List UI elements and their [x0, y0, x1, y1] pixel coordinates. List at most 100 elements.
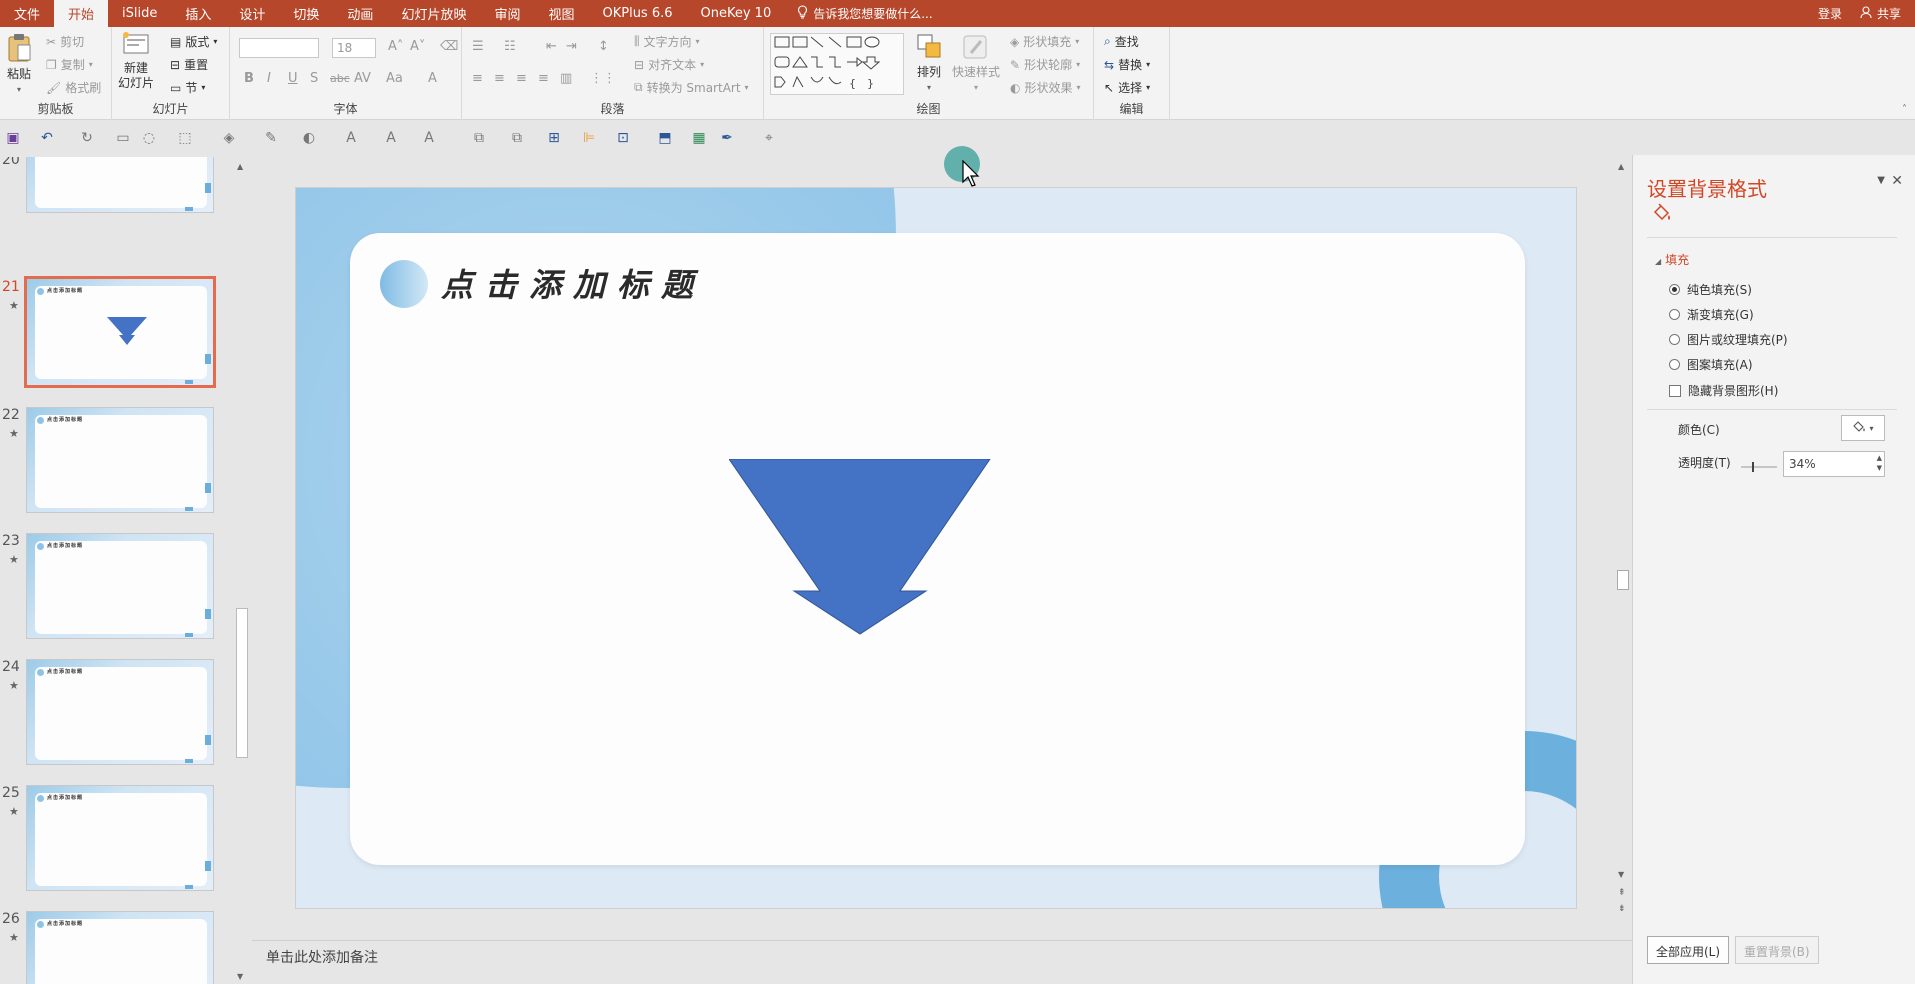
- picture-fill-option[interactable]: 图片或纹理填充(P): [1669, 331, 1788, 348]
- tab-design[interactable]: 设计: [225, 0, 279, 27]
- italic-icon[interactable]: I: [267, 71, 271, 86]
- down-arrow-shape[interactable]: [729, 459, 991, 635]
- previous-slide-icon[interactable]: ⇞: [1618, 888, 1626, 898]
- effects-quick-icon[interactable]: ◐: [300, 129, 318, 147]
- slide-title[interactable]: 点击添加标题: [441, 260, 705, 306]
- column-layout-icon[interactable]: ⋮⋮: [590, 71, 616, 86]
- close-icon[interactable]: ✕: [1891, 173, 1903, 189]
- line-spacing-icon[interactable]: ↕: [598, 39, 609, 54]
- outline-quick-icon[interactable]: ✎: [262, 129, 280, 147]
- justify-icon[interactable]: ≡: [538, 71, 549, 86]
- checkbox-hide-background[interactable]: [1669, 384, 1681, 397]
- send-backward-icon[interactable]: ⧉: [508, 129, 526, 147]
- notes-pane[interactable]: 单击此处添加备注: [252, 940, 1632, 984]
- radio-pattern-fill[interactable]: [1669, 359, 1680, 370]
- radio-gradient-fill[interactable]: [1669, 309, 1680, 320]
- find-button[interactable]: ⌕ 查找: [1104, 33, 1139, 50]
- format-quick-icon[interactable]: ⬚: [176, 129, 194, 147]
- tell-me-box[interactable]: 告诉我您想要做什么...: [785, 5, 944, 22]
- selection-pane-icon[interactable]: ⊞: [545, 129, 563, 147]
- color-picker-button[interactable]: ▾: [1841, 415, 1885, 441]
- numbering-icon[interactable]: ☷: [504, 39, 516, 54]
- slide-thumbnail[interactable]: 25 ★ 点击添加标题: [0, 785, 245, 895]
- decrease-indent-icon[interactable]: ⇤: [546, 39, 557, 54]
- title-circle[interactable]: [380, 260, 428, 308]
- transparency-slider[interactable]: [1741, 461, 1777, 473]
- pane-options-icon[interactable]: ▼: [1877, 175, 1885, 186]
- share-button[interactable]: 共享: [1860, 5, 1901, 22]
- scroll-down-icon[interactable]: ▼: [237, 972, 243, 981]
- slide-thumbnail[interactable]: 20 ★ 点击添加标题: [0, 157, 245, 217]
- text-direction-button[interactable]: ⫼ 文字方向 ▾: [634, 33, 700, 50]
- thumbnails-scrollbar[interactable]: ▲ ▼: [234, 160, 250, 984]
- shadow-icon[interactable]: S: [310, 71, 318, 86]
- text-outline-icon[interactable]: A: [382, 129, 400, 147]
- slide-thumbnail[interactable]: 22 ★ 点击添加标题: [0, 407, 245, 517]
- tab-slideshow[interactable]: 幻灯片放映: [387, 0, 480, 27]
- slide-thumbnail[interactable]: 24 ★ 点击添加标题: [0, 659, 245, 769]
- textbox-icon[interactable]: ▭: [114, 129, 132, 147]
- align-right-icon[interactable]: ≡: [516, 71, 527, 86]
- quick-styles-button[interactable]: 快速样式 ▾: [952, 33, 1000, 95]
- paste-button[interactable]: 粘贴 ▾: [6, 33, 32, 97]
- scroll-up-icon[interactable]: ▲: [1618, 162, 1624, 171]
- eyedropper-icon[interactable]: ⌖: [760, 129, 778, 147]
- tab-insert[interactable]: 插入: [171, 0, 225, 27]
- scroll-up-icon[interactable]: ▲: [237, 162, 243, 171]
- format-painter-button[interactable]: 🖌 格式刷: [46, 79, 101, 96]
- shapes-gallery[interactable]: {}: [770, 33, 904, 95]
- tab-home[interactable]: 开始: [54, 0, 109, 27]
- reset-background-button[interactable]: 重置背景(B): [1735, 936, 1819, 964]
- undo-icon[interactable]: ↶: [38, 129, 56, 147]
- cut-button[interactable]: ✂ 剪切: [46, 33, 84, 50]
- font-name-input[interactable]: [239, 38, 319, 58]
- pattern-fill-option[interactable]: 图案填充(A): [1669, 356, 1753, 373]
- scroll-down-icon[interactable]: ▼: [1618, 870, 1624, 879]
- tab-okplus[interactable]: OKPlus 6.6: [588, 0, 686, 27]
- replace-button[interactable]: ⇆ 替换 ▾: [1104, 56, 1150, 73]
- arrange-button[interactable]: 排列 ▾: [916, 33, 942, 95]
- tab-animations[interactable]: 动画: [333, 0, 387, 27]
- strikethrough-icon[interactable]: abc: [330, 72, 350, 85]
- align-left-icon[interactable]: ≡: [472, 71, 483, 86]
- layout-button[interactable]: ▤ 版式 ▾: [170, 33, 217, 50]
- bold-icon[interactable]: B: [244, 71, 254, 86]
- gradient-fill-option[interactable]: 渐变填充(G): [1669, 306, 1754, 323]
- screenshot-icon[interactable]: ⬒: [656, 129, 674, 147]
- shapes-quick-icon[interactable]: ◌: [140, 129, 158, 147]
- scroll-thumb[interactable]: [236, 608, 248, 758]
- notes-placeholder[interactable]: 单击此处添加备注: [266, 947, 378, 967]
- shape-fill-button[interactable]: ◈ 形状填充 ▾: [1010, 33, 1079, 50]
- fill-quick-icon[interactable]: ◈: [220, 129, 238, 147]
- tab-onekey[interactable]: OneKey 10: [687, 0, 786, 27]
- reset-button[interactable]: ⊟ 重置: [170, 56, 208, 73]
- text-fill-icon[interactable]: A: [342, 129, 360, 147]
- spinner-icon[interactable]: ▲ ▼: [1877, 453, 1882, 473]
- hide-background-option[interactable]: 隐藏背景图形(H): [1669, 382, 1778, 399]
- fill-bucket-icon[interactable]: [1651, 203, 1673, 226]
- fill-section-header[interactable]: ◢ 填充: [1655, 251, 1689, 268]
- tab-file[interactable]: 文件: [0, 0, 54, 27]
- align-text-button[interactable]: ⊟ 对齐文本 ▾: [634, 56, 704, 73]
- transparency-input[interactable]: 34% ▲ ▼: [1783, 451, 1885, 477]
- bring-forward-icon[interactable]: ⧉: [470, 129, 488, 147]
- radio-picture-fill[interactable]: [1669, 334, 1680, 345]
- bullets-icon[interactable]: ☰: [472, 39, 484, 54]
- new-slide-button[interactable]: 新建 幻灯片: [118, 31, 154, 91]
- char-spacing-icon[interactable]: AV: [354, 71, 371, 86]
- align-objects-icon[interactable]: ⊫: [580, 129, 598, 147]
- shape-outline-button[interactable]: ✎ 形状轮廓 ▾: [1010, 56, 1080, 73]
- text-effects-icon[interactable]: A: [420, 129, 438, 147]
- save-icon[interactable]: ▣: [4, 129, 22, 147]
- tab-view[interactable]: 视图: [534, 0, 588, 27]
- tab-transitions[interactable]: 切换: [279, 0, 333, 27]
- slide-canvas[interactable]: 点击添加标题: [295, 187, 1577, 909]
- next-slide-icon[interactable]: ⇟: [1618, 904, 1626, 914]
- columns-icon[interactable]: ▥: [560, 71, 572, 86]
- clear-format-icon[interactable]: ⌫: [440, 39, 458, 54]
- shape-effects-button[interactable]: ◐ 形状效果 ▾: [1010, 79, 1081, 96]
- select-button[interactable]: ↖ 选择 ▾: [1104, 79, 1150, 96]
- collapse-ribbon-icon[interactable]: ˄: [1902, 104, 1907, 115]
- radio-solid-fill[interactable]: [1669, 284, 1680, 295]
- scroll-thumb[interactable]: [1617, 570, 1629, 590]
